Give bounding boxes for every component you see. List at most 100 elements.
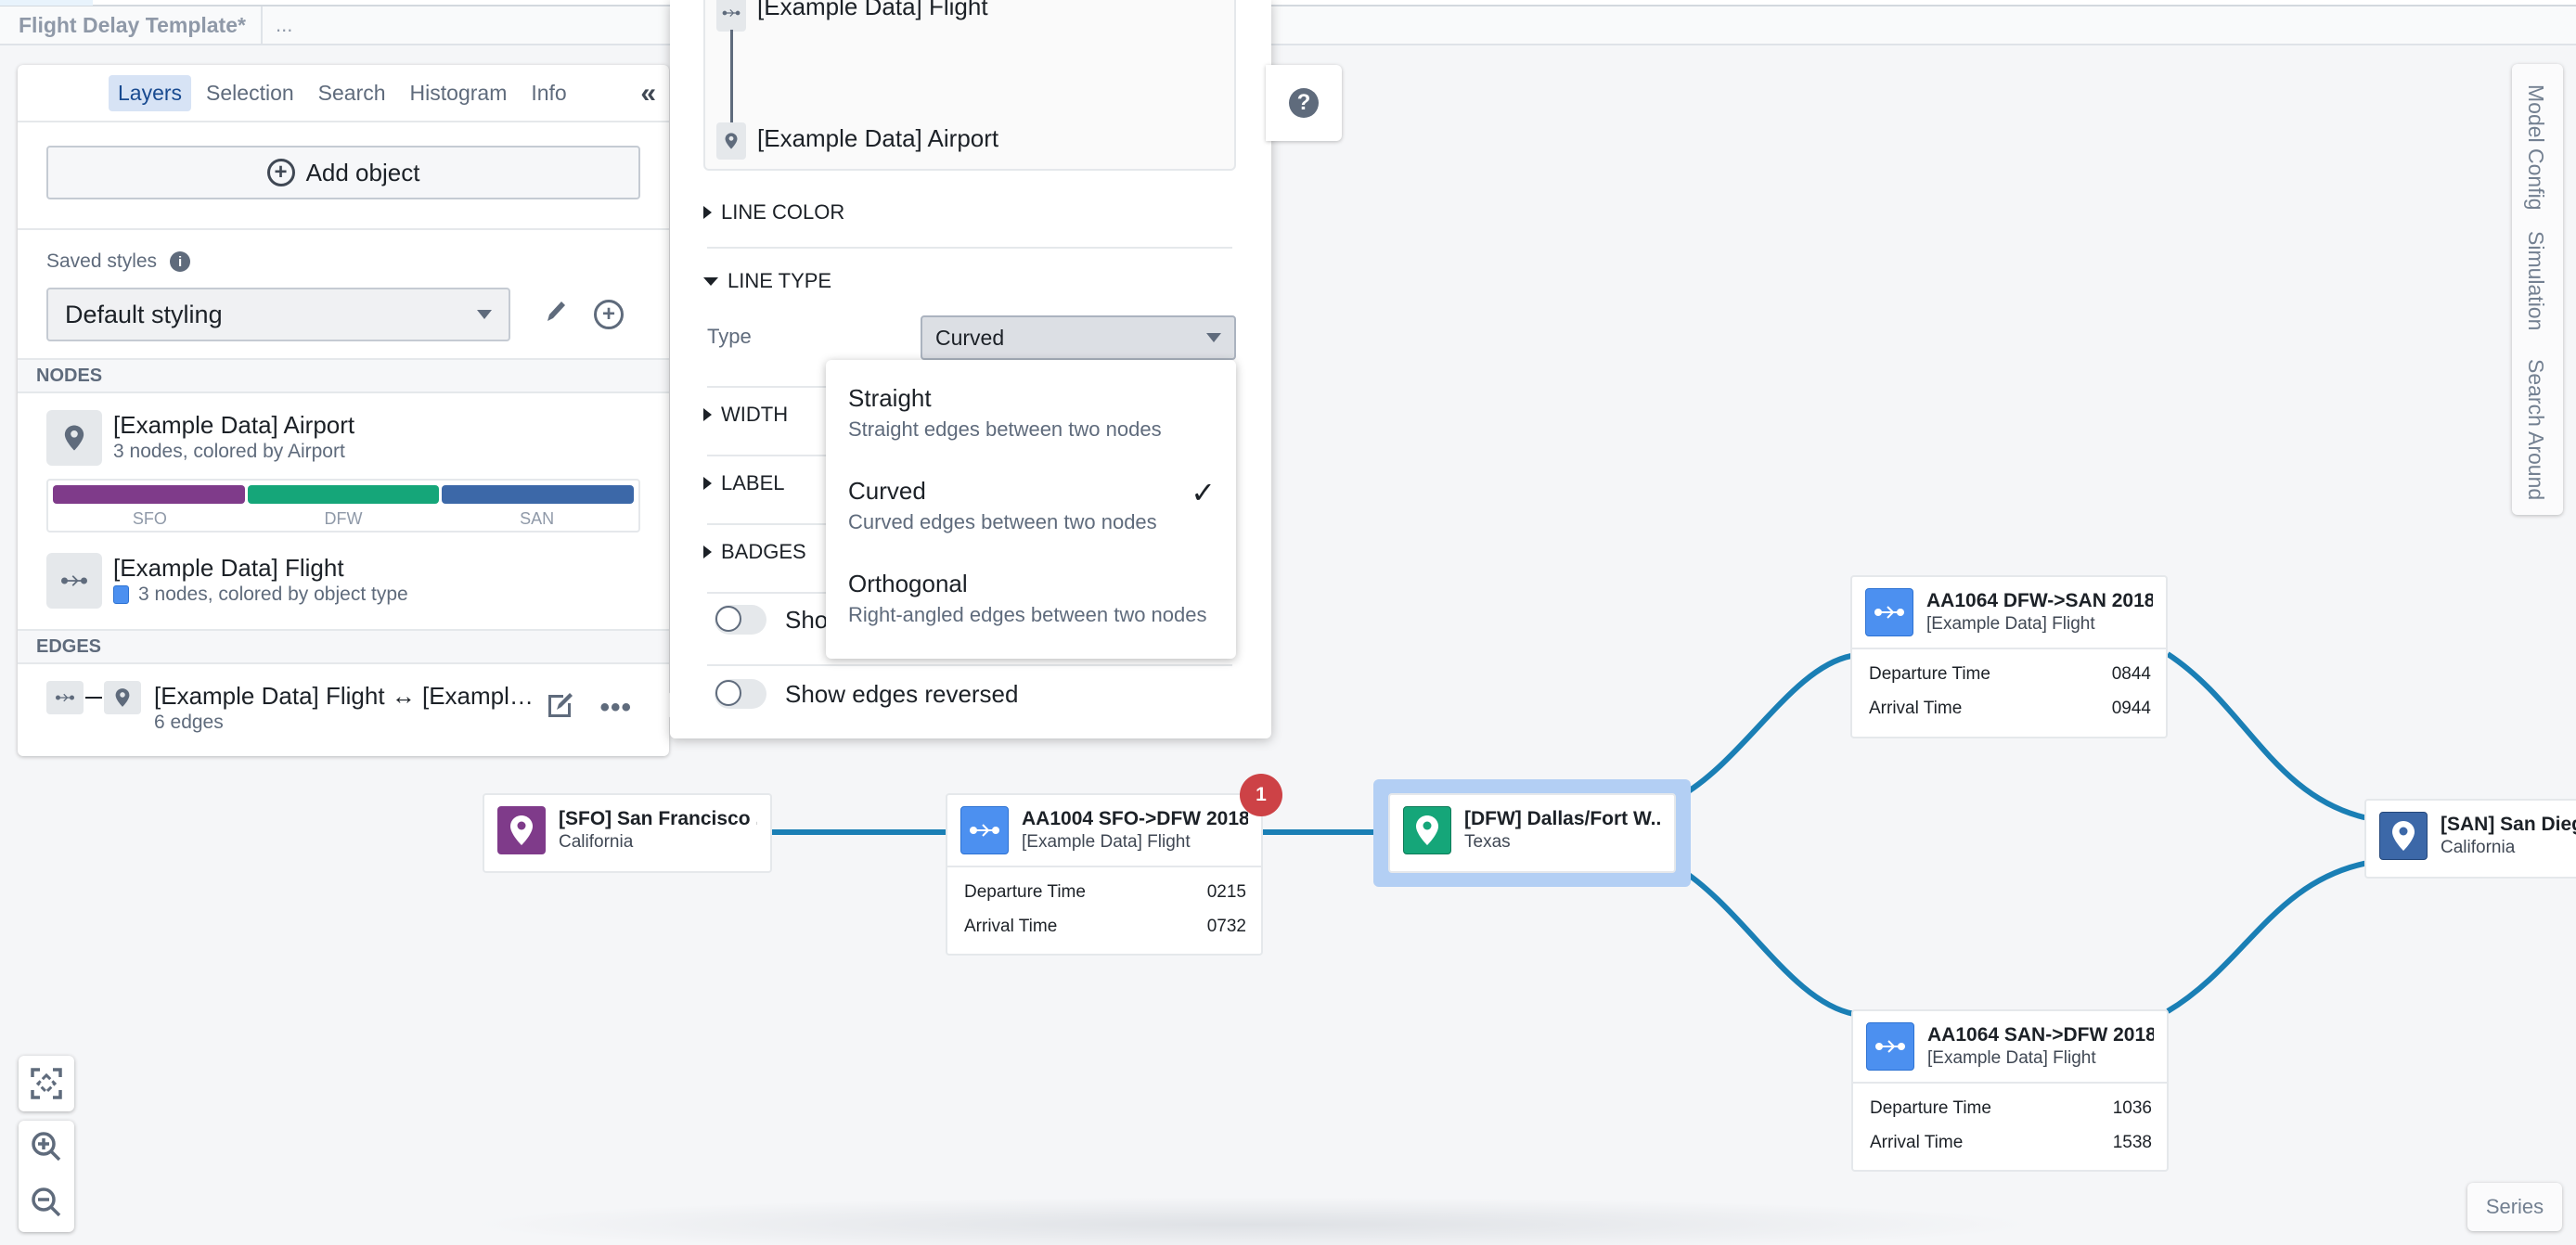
prop-row: Departure Time 0844 — [1869, 657, 2151, 691]
flight-route-icon — [1865, 588, 1913, 636]
add-style-icon[interactable]: + — [594, 300, 624, 329]
tab-model-config[interactable]: Model Config — [2523, 84, 2548, 211]
series-button[interactable]: Series — [2467, 1183, 2562, 1231]
node-title: [DFW] Dallas/Fort W... — [1464, 808, 1661, 829]
double-chevron-left-icon[interactable]: « — [640, 78, 656, 109]
node-subtitle: Texas — [1464, 832, 1511, 852]
line-type-menu: Straight Straight edges between two node… — [826, 360, 1236, 659]
fit-to-screen-button[interactable] — [19, 1056, 74, 1111]
node-subtitle: [Example Data] Flight — [1927, 1048, 2096, 1068]
tab-info[interactable]: Info — [522, 75, 575, 111]
node-aa1064-san-dfw[interactable]: AA1064 SAN->DFW 2018... [Example Data] F… — [1851, 1009, 2169, 1172]
tab-histogram[interactable]: Histogram — [401, 75, 517, 111]
tab-search-around[interactable]: Search Around — [2523, 359, 2548, 500]
nodes-section-header: NODES — [18, 358, 669, 393]
show-edges-reversed-toggle[interactable] — [715, 679, 766, 709]
add-object-button[interactable]: + Add object — [46, 146, 640, 199]
toggle-switch[interactable] — [715, 605, 766, 635]
menu-item-orthogonal[interactable]: Orthogonal Right-angled edges between tw… — [826, 568, 1236, 661]
node-subtitle: California — [559, 832, 634, 852]
layer-title: [Example Data] Airport — [113, 411, 355, 439]
section-label: LABEL — [721, 471, 785, 494]
legend-swatch-sfo[interactable] — [53, 485, 245, 504]
prop-value: 0944 — [2111, 699, 2151, 718]
tab-selection[interactable]: Selection — [197, 75, 303, 111]
prop-value: 0215 — [1206, 882, 1246, 902]
line-type-select[interactable]: Curved — [921, 315, 1236, 360]
node-title: AA1064 SAN->DFW 2018... — [1927, 1024, 2154, 1046]
edge-dfw-aa1064a[interactable] — [1676, 653, 1852, 801]
map-marker-icon — [46, 410, 102, 466]
edge-dfw-aa1064b[interactable] — [1676, 865, 1855, 1017]
prop-row: Arrival Time 0944 — [1869, 691, 2151, 725]
right-sidebar-tabs: Model Config Simulation Search Around — [2512, 64, 2563, 515]
saved-styles-select[interactable]: Default styling — [46, 288, 510, 341]
more-options-icon[interactable]: ••• — [599, 692, 632, 724]
zoom-out-icon[interactable] — [31, 1187, 62, 1223]
prop-row: Arrival Time 0732 — [964, 909, 1246, 943]
line-color-section[interactable]: LINE COLOR — [703, 200, 1236, 225]
tab-simulation[interactable]: Simulation — [2523, 231, 2548, 330]
fit-screen-icon — [31, 1068, 62, 1099]
plus-circle-icon: + — [266, 159, 295, 186]
layer-airport[interactable]: [Example Data] Airport 3 nodes, colored … — [18, 393, 669, 466]
prop-label: Departure Time — [1869, 664, 1990, 684]
legend-swatch-dfw[interactable] — [247, 485, 440, 504]
section-label: BADGES — [721, 540, 806, 563]
node-san[interactable]: [SAN] San Diego California — [2364, 799, 2576, 879]
menu-item-title: Straight — [848, 384, 932, 412]
tab-layers[interactable]: Layers — [109, 74, 192, 111]
menu-item-description: Straight edges between two nodes — [848, 417, 1162, 441]
canvas-bottom-shadow — [464, 1197, 2041, 1245]
edge-aa1064b-san[interactable] — [2166, 860, 2369, 1014]
edge-layer-subtitle: 6 edges — [154, 712, 224, 733]
legend-swatch-san[interactable] — [442, 485, 635, 504]
node-aa1064-dfw-san[interactable]: AA1064 DFW->SAN 2018... [Example Data] F… — [1850, 575, 2168, 738]
color-swatch — [113, 585, 129, 604]
prop-label: Arrival Time — [1870, 1133, 1964, 1152]
info-icon[interactable]: i — [170, 251, 191, 272]
edit-style-icon[interactable] — [546, 690, 575, 725]
layer-subtitle: 3 nodes, colored by Airport — [113, 441, 345, 462]
prop-label: Arrival Time — [964, 917, 1058, 936]
prop-row: Arrival Time 1538 — [1870, 1125, 2152, 1160]
node-aa1004[interactable]: AA1004 SFO->DFW 2018... [Example Data] F… — [946, 793, 1263, 956]
add-object-label: Add object — [305, 158, 420, 186]
legend-label: SAN — [520, 509, 555, 528]
checkmark-icon: ✓ — [1191, 476, 1216, 509]
caret-right-icon — [703, 408, 712, 421]
saved-styles-value: Default styling — [65, 300, 223, 328]
node-dfw[interactable]: [DFW] Dallas/Fort W... Texas — [1388, 793, 1676, 873]
tab-search[interactable]: Search — [309, 75, 395, 111]
zoom-in-icon[interactable] — [31, 1131, 62, 1167]
panel-tabs: Layers Selection Search Histogram Info « — [18, 65, 669, 122]
path-to-label: [Example Data] Airport — [757, 124, 999, 152]
node-badge: 1 — [1240, 774, 1282, 816]
flight-route-icon — [46, 553, 102, 609]
help-button[interactable]: ? — [1266, 65, 1342, 141]
section-label: WIDTH — [721, 403, 789, 426]
airport-color-legend: SFO DFW SAN — [46, 479, 640, 533]
caret-down-icon — [703, 276, 718, 286]
prop-row: Departure Time 1036 — [1870, 1091, 2152, 1125]
edge-aa1064a-san[interactable] — [2166, 651, 2369, 821]
node-title: AA1064 DFW->SAN 2018... — [1926, 590, 2153, 611]
layers-panel: Layers Selection Search Histogram Info «… — [18, 65, 669, 756]
legend-label: DFW — [324, 509, 363, 528]
prop-value: 1538 — [2112, 1133, 2152, 1152]
line-type-section[interactable]: LINE TYPE — [703, 269, 1236, 293]
menu-item-straight[interactable]: Straight Straight edges between two node… — [826, 382, 1236, 475]
menu-item-curved[interactable]: Curved Curved edges between two nodes ✓ — [826, 475, 1236, 568]
caret-right-icon — [703, 206, 712, 219]
node-sfo[interactable]: [SFO] San Francisco ... California — [483, 793, 772, 873]
prop-value: 1036 — [2112, 1098, 2152, 1118]
menu-item-description: Right-angled edges between two nodes — [848, 603, 1207, 626]
edge-layer[interactable]: [Example Data] Flight ↔ [Exampl… 6 edges… — [18, 664, 669, 735]
layer-flight[interactable]: [Example Data] Flight 3 nodes, colored b… — [18, 533, 669, 629]
menu-item-title: Curved — [848, 477, 926, 505]
edge-layer-title: [Example Data] Flight ↔ [Exampl… — [154, 682, 534, 710]
edit-pencil-icon[interactable] — [542, 297, 570, 332]
caret-down-icon — [1206, 333, 1221, 342]
flight-route-icon — [46, 681, 84, 714]
legend-label: SFO — [132, 509, 167, 528]
